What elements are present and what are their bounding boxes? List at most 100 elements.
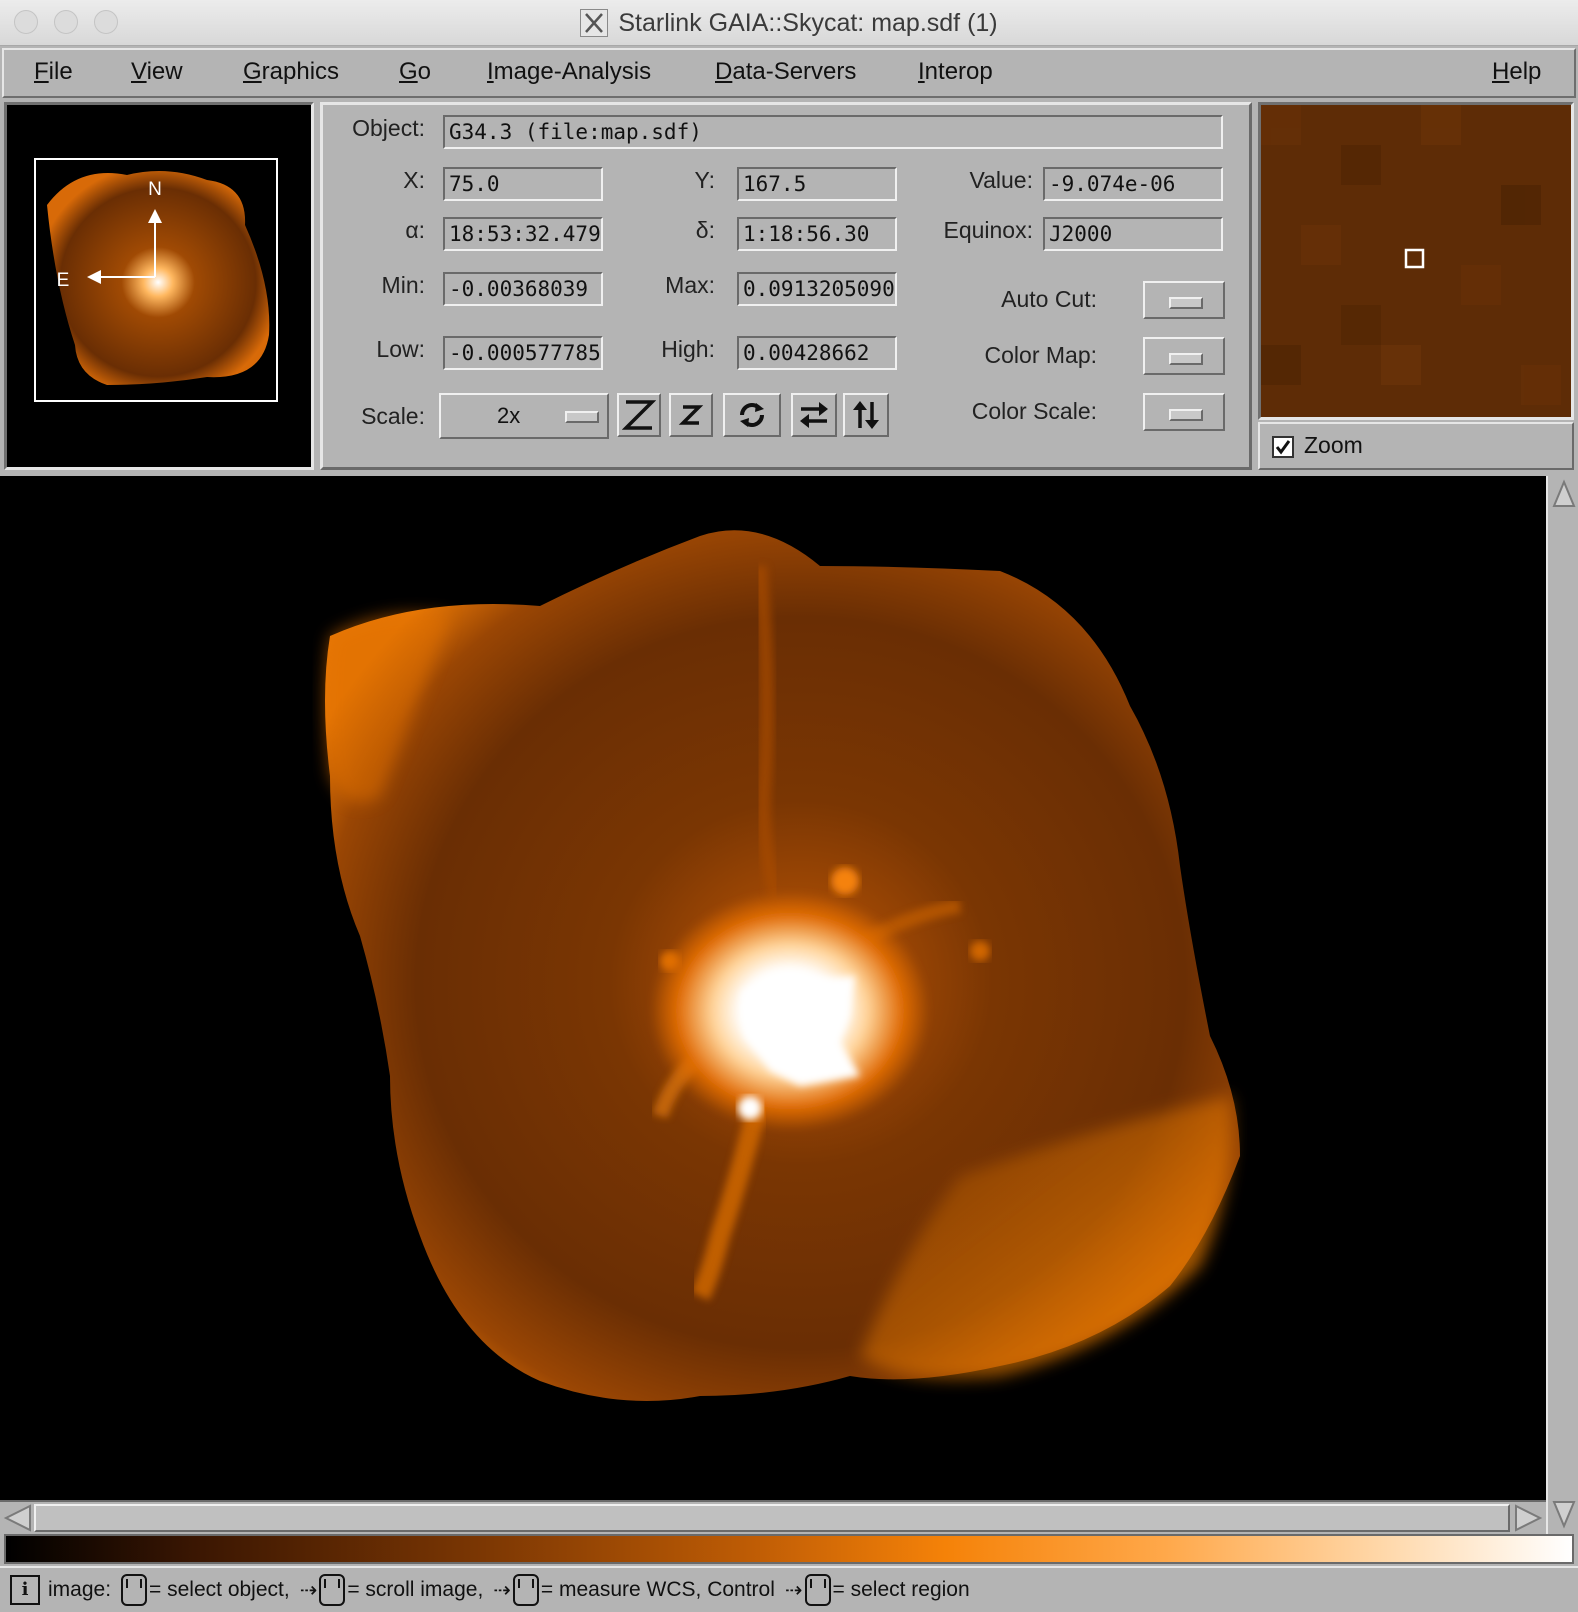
zoom-toggle-bar: Zoom bbox=[1258, 422, 1574, 470]
panner-thumbnail: N E bbox=[34, 158, 278, 402]
main-image-canvas[interactable] bbox=[0, 476, 1546, 1500]
menu-view-mnemonic: V bbox=[131, 58, 147, 85]
y-label: Y: bbox=[694, 167, 715, 193]
menu-view-label: iew bbox=[146, 58, 183, 85]
option-indicator-icon bbox=[565, 411, 599, 423]
zoom-in-icon bbox=[622, 400, 656, 430]
scale-menu-button[interactable]: 2x bbox=[439, 393, 609, 439]
status-prefix: image: bbox=[48, 1578, 112, 1601]
flip-horizontal-icon bbox=[800, 402, 828, 428]
menu-help-label: elp bbox=[1509, 58, 1542, 85]
object-field[interactable]: G34.3 (file:map.sdf) bbox=[443, 115, 1223, 149]
x-field[interactable]: 75.0 bbox=[443, 167, 603, 201]
min-field[interactable]: -0.00368039 bbox=[443, 272, 603, 306]
menu-graphics[interactable]: Graphics bbox=[243, 58, 339, 86]
status-part-scroll-image: = scroll image, bbox=[347, 1578, 484, 1601]
scroll-down-arrow-icon[interactable] bbox=[1552, 1500, 1576, 1530]
menu-image-analysis-mnemonic: I bbox=[487, 58, 494, 85]
y-field[interactable]: 167.5 bbox=[737, 167, 897, 201]
value-field[interactable]: -9.074e-06 bbox=[1043, 167, 1223, 201]
color-map-menu-button[interactable] bbox=[1143, 337, 1225, 375]
low-label: Low: bbox=[376, 336, 425, 362]
high-label: High: bbox=[661, 336, 715, 362]
rotate-icon bbox=[740, 403, 764, 427]
drag-arrow-icon: ⇢ bbox=[299, 1578, 318, 1602]
high-field[interactable]: 0.00428662 bbox=[737, 336, 897, 370]
zoom-window[interactable] bbox=[1258, 102, 1574, 420]
menu-data-servers-mnemonic: D bbox=[715, 58, 733, 85]
alpha-field[interactable]: 18:53:32.479 bbox=[443, 217, 603, 251]
menu-file-label: ile bbox=[48, 58, 73, 85]
scroll-up-arrow-icon[interactable] bbox=[1552, 478, 1576, 508]
status-part-measure-wcs: = measure WCS, Control bbox=[540, 1578, 775, 1601]
image-info-panel: Object: G34.3 (file:map.sdf) X: 75.0 Y: … bbox=[320, 102, 1252, 470]
drag-arrow-icon: ⇢ bbox=[784, 1578, 803, 1602]
scroll-right-arrow-icon[interactable] bbox=[1514, 1504, 1544, 1532]
menu-interop-mnemonic: I bbox=[918, 58, 925, 85]
compass-east-label: E bbox=[57, 270, 70, 291]
zoom-checkbox-label: Zoom bbox=[1304, 432, 1363, 458]
mouse-button-icon bbox=[319, 1574, 346, 1606]
menu-data-servers[interactable]: Data-Servers bbox=[715, 58, 856, 86]
auto-cut-menu-button[interactable] bbox=[1143, 281, 1225, 319]
menu-graphics-mnemonic: G bbox=[243, 58, 262, 85]
menu-graphics-label: raphics bbox=[261, 58, 340, 85]
value-label: Value: bbox=[969, 167, 1033, 193]
menu-help[interactable]: Help bbox=[1492, 58, 1541, 86]
window-title: Starlink GAIA::Skycat: map.sdf (1) bbox=[618, 8, 998, 37]
menu-image-analysis-label: mage-Analysis bbox=[493, 58, 652, 85]
delta-label: δ: bbox=[695, 217, 715, 243]
mouse-button-icon bbox=[121, 1574, 148, 1606]
delta-field[interactable]: 1:18:56.30 bbox=[737, 217, 897, 251]
flip-vertical-icon bbox=[853, 401, 879, 429]
zoom-out-icon bbox=[678, 405, 704, 425]
colormap-bar[interactable] bbox=[4, 1534, 1574, 1564]
color-scale-menu-button[interactable] bbox=[1143, 393, 1225, 431]
zoom-out-button[interactable] bbox=[669, 393, 713, 437]
menu-go-mnemonic: G bbox=[399, 58, 418, 85]
title-container: Starlink GAIA::Skycat: map.sdf (1) bbox=[0, 0, 1578, 46]
max-label: Max: bbox=[665, 272, 715, 298]
scale-label: Scale: bbox=[361, 403, 425, 429]
mouse-button-icon bbox=[512, 1574, 539, 1606]
zoom-checkbox[interactable] bbox=[1272, 436, 1294, 458]
low-field[interactable]: -0.000577785 bbox=[443, 336, 603, 370]
checkmark-icon bbox=[1275, 440, 1291, 455]
flip-x-button[interactable] bbox=[791, 393, 837, 437]
option-indicator-icon bbox=[1169, 353, 1203, 365]
min-label: Min: bbox=[381, 272, 425, 298]
menu-help-mnemonic: H bbox=[1492, 58, 1510, 85]
status-part-select-region: = select region bbox=[832, 1578, 970, 1601]
mouse-button-icon bbox=[804, 1574, 831, 1606]
panner-window[interactable]: N E bbox=[4, 102, 314, 470]
vertical-scrollbar[interactable] bbox=[1546, 476, 1578, 1534]
menu-view[interactable]: View bbox=[131, 58, 183, 86]
equinox-field[interactable]: J2000 bbox=[1043, 217, 1223, 251]
drag-arrow-icon: ⇢ bbox=[493, 1578, 511, 1602]
option-indicator-icon bbox=[1169, 297, 1203, 309]
horizontal-scrollbar[interactable] bbox=[0, 1500, 1546, 1534]
menu-interop[interactable]: Interop bbox=[918, 58, 993, 86]
menu-file[interactable]: File bbox=[34, 58, 73, 86]
color-scale-label: Color Scale: bbox=[971, 398, 1097, 424]
rotate-button[interactable] bbox=[723, 393, 781, 437]
equinox-label: Equinox: bbox=[943, 217, 1033, 243]
menu-data-servers-label: ata-Servers bbox=[732, 58, 857, 85]
scale-value: 2x bbox=[497, 403, 521, 428]
color-map-label: Color Map: bbox=[984, 342, 1097, 368]
window-titlebar[interactable]: Starlink GAIA::Skycat: map.sdf (1) bbox=[0, 0, 1578, 46]
zoom-in-button[interactable] bbox=[617, 393, 661, 437]
object-label: Object: bbox=[352, 115, 425, 141]
menu-image-analysis[interactable]: Image-Analysis bbox=[487, 58, 651, 86]
x11-app-icon bbox=[580, 9, 609, 37]
horizontal-scroll-thumb[interactable] bbox=[34, 1504, 1510, 1532]
menu-interop-label: nterop bbox=[924, 58, 993, 85]
status-part-select-object: = select object, bbox=[149, 1578, 290, 1601]
menu-file-mnemonic: F bbox=[34, 58, 49, 85]
flip-y-button[interactable] bbox=[843, 393, 889, 437]
menu-go-label: o bbox=[417, 58, 432, 85]
menu-go[interactable]: Go bbox=[399, 58, 431, 86]
max-field[interactable]: 0.0913205090 bbox=[737, 272, 897, 306]
scroll-left-arrow-icon[interactable] bbox=[2, 1504, 32, 1532]
option-indicator-icon bbox=[1169, 409, 1203, 421]
